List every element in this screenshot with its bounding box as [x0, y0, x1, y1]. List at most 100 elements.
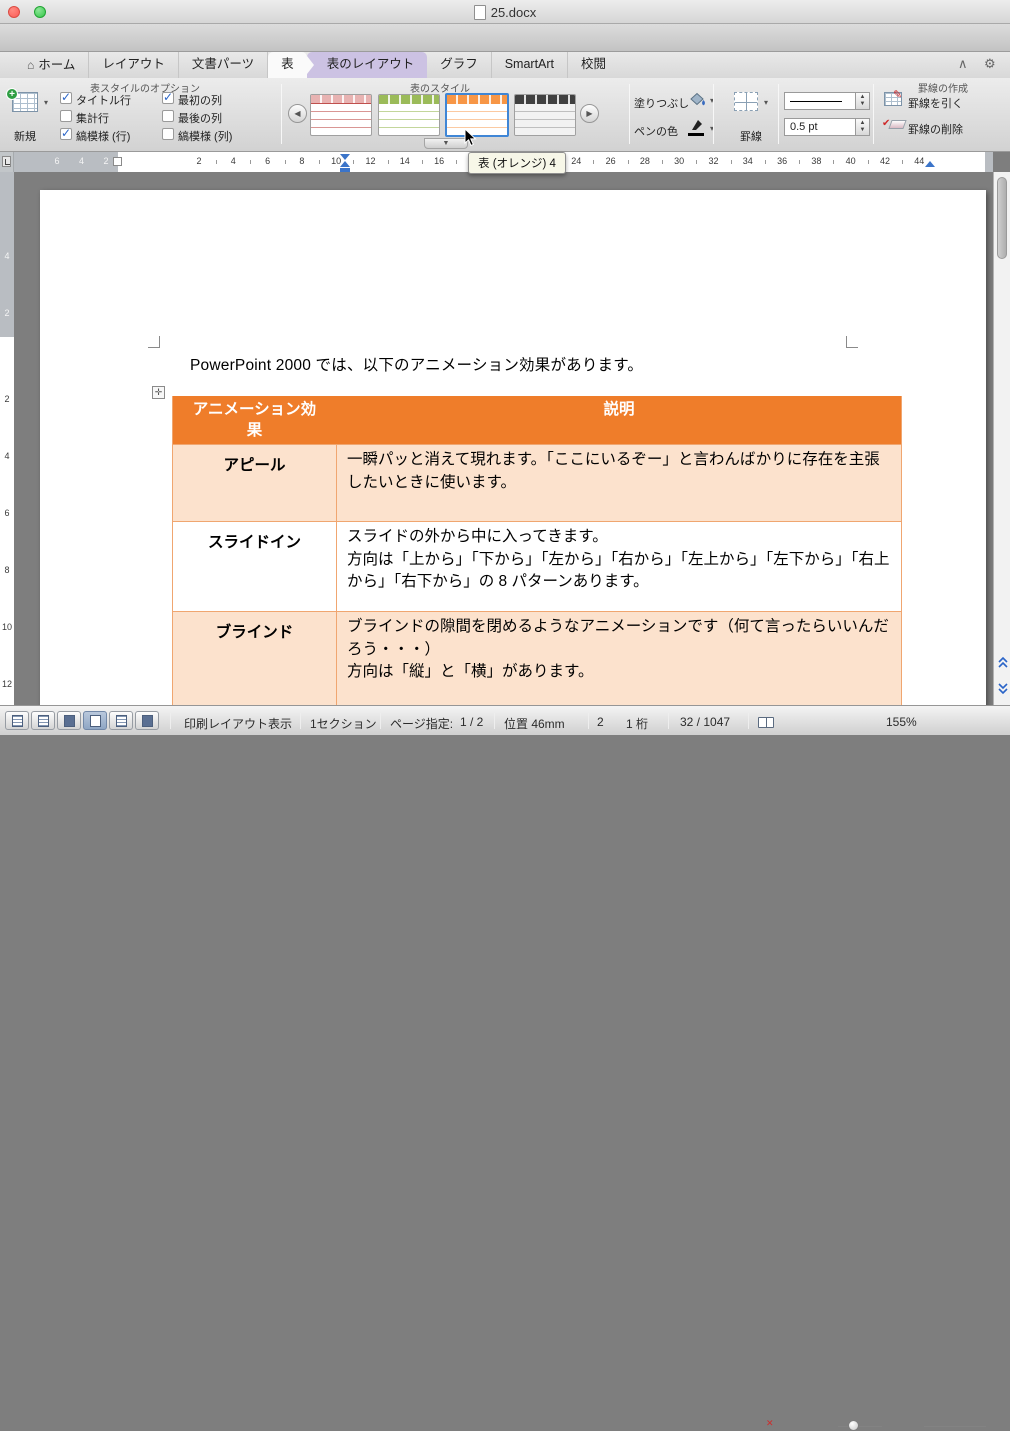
vertical-scrollbar[interactable]: [993, 172, 1010, 705]
ruler-number: 32: [708, 156, 718, 166]
first-line-indent-marker[interactable]: [340, 154, 350, 160]
collapse-ribbon-button[interactable]: ∧: [958, 56, 968, 72]
tab-charts[interactable]: グラフ: [427, 52, 492, 78]
ruler-number: 2: [196, 156, 201, 166]
hanging-indent-marker[interactable]: [340, 161, 350, 167]
ruler-number: 6: [265, 156, 270, 166]
previous-page-button[interactable]: [995, 650, 1010, 674]
ruler-tick: [319, 160, 320, 164]
checkbox-header-row[interactable]: [60, 92, 72, 104]
right-indent-marker[interactable]: [925, 161, 935, 167]
table-cell-name: アピール: [173, 445, 337, 521]
ruler-tick: [593, 160, 594, 164]
checkbox-total-row[interactable]: [60, 110, 72, 122]
ruler-number: 2: [4, 308, 9, 318]
line-style-stepper[interactable]: ▲▼: [856, 92, 870, 110]
separator: [300, 713, 301, 729]
checkbox-last-column[interactable]: [162, 110, 174, 122]
line-weight-combobox[interactable]: 0.5 pt: [784, 118, 856, 136]
view-notebook-button[interactable]: [109, 711, 133, 730]
view-print-layout-button[interactable]: [83, 711, 107, 730]
table-style-thumbnail-red[interactable]: [310, 94, 372, 136]
ruler-tick: [388, 160, 389, 164]
group-label-style-options: 表スタイルのオプション: [20, 80, 270, 95]
column-number: 1 桁: [626, 715, 648, 732]
line-style-combobox[interactable]: [784, 92, 856, 110]
view-draft-button[interactable]: [5, 711, 29, 730]
ruler-number: 24: [571, 156, 581, 166]
standard-toolbar: ▾ ✂ ↶▾ ↷▾ ¶ ▾ A 15...▾ ? ▾: [0, 24, 1010, 52]
gallery-scroll-right-button[interactable]: ▶: [580, 104, 599, 123]
tab-review[interactable]: 校閲: [568, 52, 619, 78]
fill-bucket-icon[interactable]: [688, 92, 706, 112]
ruler-number: 4: [4, 251, 9, 261]
ruler-tick: [628, 160, 629, 164]
checkbox-label: 縞模様 (行): [76, 128, 130, 144]
ruler-number: 26: [606, 156, 616, 166]
view-focus-button[interactable]: [135, 711, 159, 730]
view-outline-button[interactable]: [31, 711, 55, 730]
table-header-cell: アニメーション効果: [173, 396, 337, 444]
double-chevron-up-icon: [997, 655, 1009, 669]
gallery-expand-button[interactable]: ▼: [424, 138, 468, 149]
zoom-slider-track[interactable]: [838, 1426, 882, 1427]
tab-document-parts[interactable]: 文書パーツ: [179, 52, 268, 78]
tab-home[interactable]: ⌂ホーム: [14, 52, 89, 78]
scrollbar-thumb[interactable]: [997, 177, 1007, 259]
tab-smartart[interactable]: SmartArt: [492, 52, 568, 78]
zoom-slider-thumb[interactable]: [848, 1420, 859, 1431]
gallery-scroll-left-button[interactable]: ◀: [288, 104, 307, 123]
page-indicator-label: ページ指定:: [390, 715, 453, 732]
proofing-status-icon[interactable]: [758, 717, 774, 728]
table-cell-desc: 一瞬パッと消えて現れます。「ここにいるぞー」と言わんばかりに存在を主張したいとき…: [337, 445, 901, 521]
ruler-number: 2: [4, 394, 9, 404]
ribbon-tab-bar: ⌂ホーム レイアウト 文書パーツ 表 表のレイアウト グラフ SmartArt …: [0, 52, 1010, 78]
document-page[interactable]: PowerPoint 2000 では、以下のアニメーション効果があります。 ✛ …: [40, 190, 986, 705]
line-weight-stepper[interactable]: ▲▼: [856, 118, 870, 136]
ruler-tick: [250, 160, 251, 164]
document-table[interactable]: アニメーション効果 説明 アピール 一瞬パッと消えて現れます。「ここにいるぞー」…: [172, 396, 902, 705]
view-publishing-button[interactable]: [57, 711, 81, 730]
notebook-view-icon: [116, 715, 127, 727]
table-style-thumbnail-black[interactable]: [514, 94, 576, 136]
pen-color-swatch: [688, 133, 704, 136]
checkbox-banded-columns[interactable]: [162, 128, 174, 140]
table-move-handle[interactable]: ✛: [152, 386, 165, 399]
new-table-label: 新規: [14, 128, 36, 144]
line-number: 2: [597, 715, 604, 729]
line-weight-value: 0.5 pt: [790, 121, 818, 133]
ruler-number: 4: [79, 156, 84, 166]
next-page-button[interactable]: [995, 677, 1010, 701]
table-style-thumbnail-orange-selected[interactable]: [445, 93, 509, 137]
margin-crop-mark-left: [148, 336, 160, 348]
margin-crop-mark-right: [846, 336, 858, 348]
ribbon: 表スタイルのオプション + ▾ 新規 タイトル行 集計行 縞模様 (行) 最初の…: [0, 78, 1010, 152]
checkbox-banded-rows[interactable]: [60, 128, 72, 140]
ruler-number: 6: [54, 156, 59, 166]
ruler-tick: [662, 160, 663, 164]
gear-icon[interactable]: ⚙: [984, 56, 996, 72]
home-icon: ⌂: [27, 53, 34, 78]
tab-stop-selector[interactable]: [2, 156, 11, 167]
draw-border-label: 罫線を引く: [908, 95, 963, 111]
ruler-tick: [285, 160, 286, 164]
ruler-tick: [353, 160, 354, 164]
checkbox-first-column[interactable]: [162, 92, 174, 104]
table-style-thumbnail-green[interactable]: [378, 94, 440, 136]
table-cell-name: スライドイン: [173, 522, 337, 611]
zoom-slider-track[interactable]: [924, 1426, 986, 1427]
tab-tables[interactable]: 表: [268, 52, 307, 78]
word-count[interactable]: 32 / 1047: [680, 715, 730, 729]
margin-marker[interactable]: [113, 157, 122, 166]
table-header-cell: 説明: [337, 396, 901, 444]
outline-view-icon: [38, 715, 49, 727]
view-mode-label: 印刷レイアウト表示: [184, 715, 292, 732]
document-icon: [474, 5, 486, 20]
ruler-number: 8: [299, 156, 304, 166]
group-separator: [629, 84, 630, 144]
ruler-tick: [422, 160, 423, 164]
page-indicator-value[interactable]: 1 / 2: [460, 715, 483, 729]
tab-layout[interactable]: レイアウト: [89, 52, 179, 78]
tab-table-layout[interactable]: 表のレイアウト: [307, 52, 428, 78]
double-chevron-down-icon: [997, 682, 1009, 696]
